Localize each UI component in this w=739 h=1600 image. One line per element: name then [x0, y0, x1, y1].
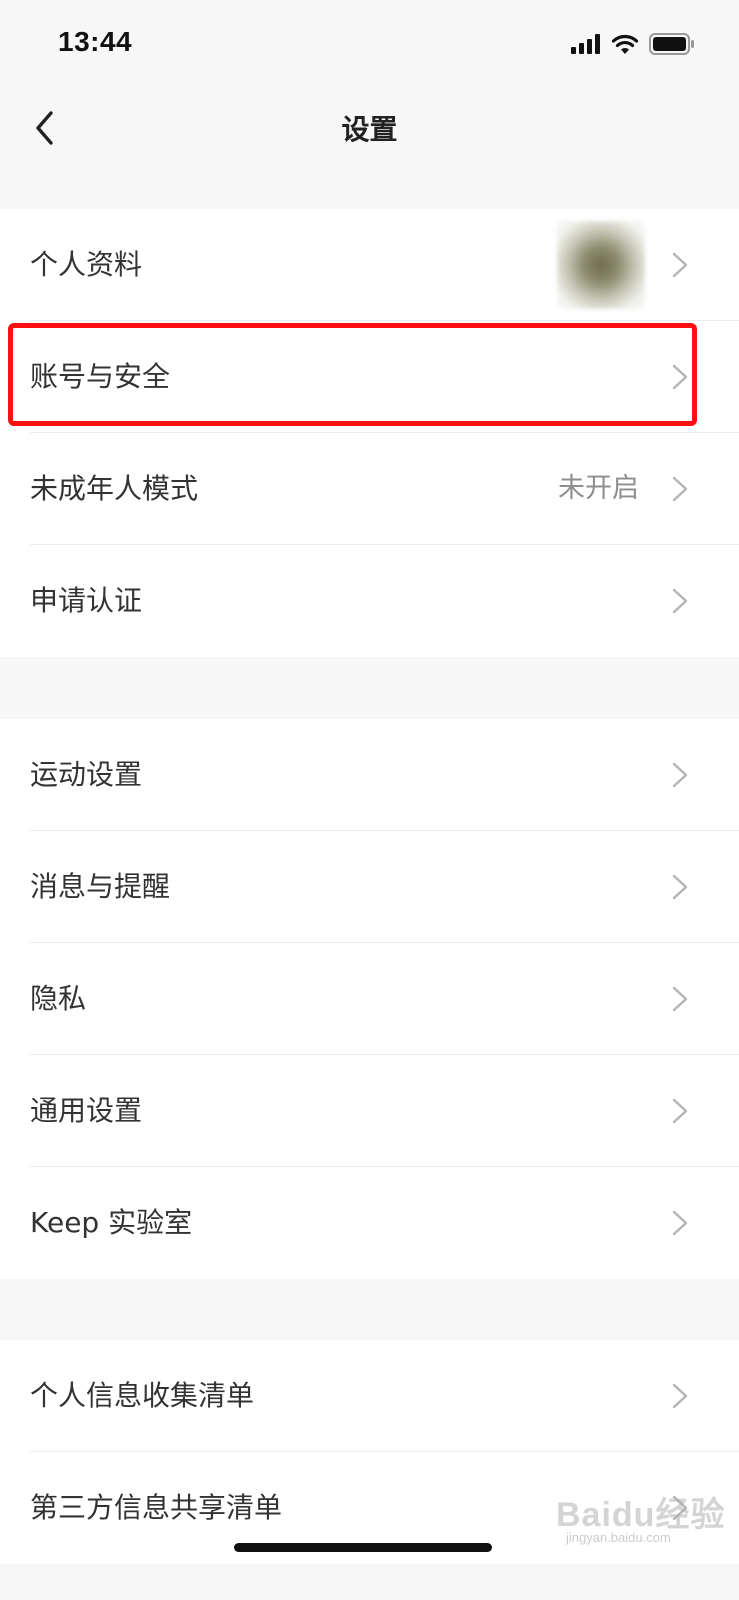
chevron-right-icon: [672, 1098, 688, 1124]
status-icons: [571, 33, 695, 55]
chevron-right-icon: [672, 588, 688, 614]
chevron-right-icon: [672, 1383, 688, 1409]
row-account-security[interactable]: 账号与安全: [0, 321, 739, 433]
row-label: 个人信息收集清单: [30, 1379, 255, 1412]
row-label: 申请认证: [30, 584, 143, 617]
row-personal-info-list[interactable]: 个人信息收集清单: [0, 1340, 739, 1452]
battery-icon: [649, 33, 694, 55]
row-notifications[interactable]: 消息与提醒: [0, 831, 739, 943]
row-label: 隐私: [30, 982, 87, 1015]
status-time: 13:44: [58, 26, 133, 57]
signal-icon: [571, 34, 600, 54]
chevron-right-icon: [672, 1210, 688, 1236]
row-sport-settings[interactable]: 运动设置: [0, 719, 739, 831]
settings-group-general: 运动设置 消息与提醒 隐私 通用设置 Keep 实验室: [0, 719, 739, 1279]
row-general-settings[interactable]: 通用设置: [0, 1055, 739, 1167]
status-bar: 13:44: [0, 0, 739, 88]
row-label: 通用设置: [30, 1094, 143, 1127]
row-profile[interactable]: 个人资料: [0, 209, 739, 321]
chevron-right-icon: [672, 986, 688, 1012]
row-verification[interactable]: 申请认证: [0, 545, 739, 657]
row-label: 账号与安全: [30, 360, 171, 393]
settings-group-account: 个人资料 账号与安全 未成年人模式 未开启 申请认证: [0, 209, 739, 657]
row-privacy[interactable]: 隐私: [0, 943, 739, 1055]
nav-bar: 设置: [0, 88, 739, 170]
chevron-right-icon: [672, 476, 688, 502]
page-title: 设置: [341, 113, 398, 146]
row-label: Keep 实验室: [30, 1206, 193, 1239]
row-value: 未开启: [558, 473, 639, 504]
chevron-right-icon: [672, 762, 688, 788]
row-label: 个人资料: [30, 248, 143, 281]
watermark-url: jingyan.baidu.com: [566, 1530, 671, 1545]
chevron-right-icon: [672, 364, 688, 390]
home-indicator[interactable]: [234, 1543, 492, 1552]
row-label: 运动设置: [30, 758, 143, 791]
chevron-right-icon: [672, 252, 688, 278]
avatar: [557, 221, 645, 309]
row-keep-lab[interactable]: Keep 实验室: [0, 1167, 739, 1279]
wifi-icon: [611, 34, 639, 54]
row-label: 消息与提醒: [30, 870, 171, 903]
watermark-logo: Baidu经验: [556, 1496, 726, 1534]
row-label: 未成年人模式: [30, 472, 199, 505]
chevron-right-icon: [672, 874, 688, 900]
row-minor-mode[interactable]: 未成年人模式 未开启: [0, 433, 739, 545]
